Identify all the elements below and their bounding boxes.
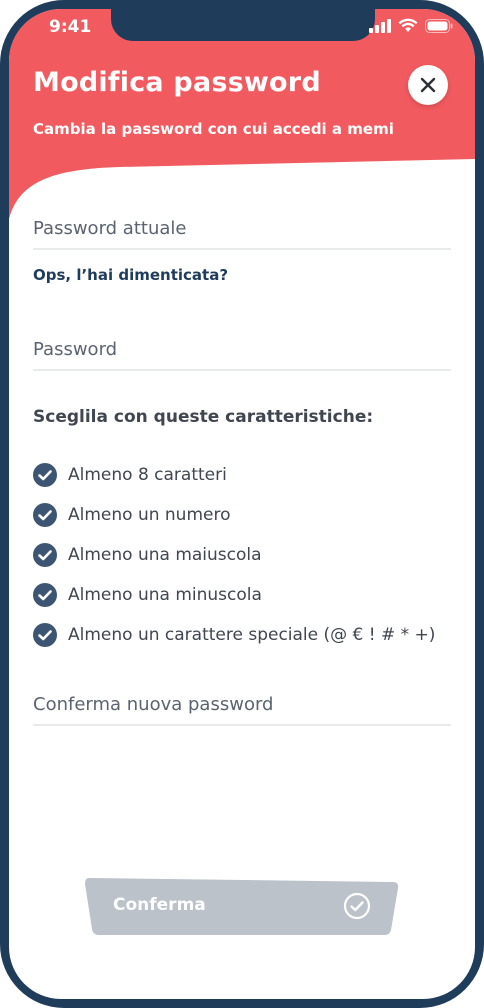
signal-icon bbox=[369, 18, 391, 33]
close-button[interactable] bbox=[408, 65, 448, 105]
requirement-label: Almeno 8 caratteri bbox=[68, 465, 227, 485]
screen: 9:41 Modifica password Cambia la passwor… bbox=[9, 9, 475, 999]
check-circle-icon bbox=[33, 623, 57, 647]
requirement-label: Almeno un numero bbox=[68, 505, 231, 525]
phone-frame: 9:41 Modifica password Cambia la passwor… bbox=[0, 0, 484, 1008]
page-title: Modifica password bbox=[33, 67, 321, 98]
forgot-password-link[interactable]: Ops, l’hai dimenticata? bbox=[33, 266, 228, 284]
notch bbox=[111, 9, 375, 41]
status-icons bbox=[369, 18, 453, 33]
new-password-field[interactable]: Password bbox=[33, 339, 451, 371]
confirm-password-field[interactable]: Conferma nuova password bbox=[33, 694, 451, 726]
close-icon bbox=[420, 77, 436, 93]
requirements-title: Sceglila con queste caratteristiche: bbox=[33, 407, 374, 427]
confirm-password-label: Conferma nuova password bbox=[33, 694, 274, 715]
current-password-label: Password attuale bbox=[33, 218, 187, 239]
requirement-item: Almeno 8 caratteri bbox=[33, 455, 463, 495]
confirm-button[interactable]: Conferma bbox=[85, 876, 399, 936]
battery-icon bbox=[425, 18, 453, 33]
requirement-item: Almeno una maiuscola bbox=[33, 535, 463, 575]
check-circle-icon bbox=[33, 543, 57, 567]
requirement-item: Almeno una minuscola bbox=[33, 575, 463, 615]
page-subtitle: Cambia la password con cui accedi a memi bbox=[33, 120, 394, 138]
requirement-label: Almeno una maiuscola bbox=[68, 545, 262, 565]
requirement-label: Almeno un carattere speciale (@ € ! # * … bbox=[68, 625, 436, 645]
check-circle-icon bbox=[33, 583, 57, 607]
new-password-label: Password bbox=[33, 339, 118, 360]
confirm-button-label: Conferma bbox=[113, 895, 206, 915]
requirement-label: Almeno una minuscola bbox=[68, 585, 262, 605]
check-circle-icon bbox=[33, 463, 57, 487]
wifi-icon bbox=[398, 18, 418, 32]
check-circle-icon bbox=[343, 892, 371, 920]
requirements-list: Almeno 8 caratteri Almeno un numero Alme… bbox=[33, 455, 463, 655]
status-time: 9:41 bbox=[49, 17, 92, 37]
requirement-item: Almeno un carattere speciale (@ € ! # * … bbox=[33, 615, 463, 655]
current-password-field[interactable]: Password attuale bbox=[33, 218, 451, 250]
requirement-item: Almeno un numero bbox=[33, 495, 463, 535]
check-circle-icon bbox=[33, 503, 57, 527]
